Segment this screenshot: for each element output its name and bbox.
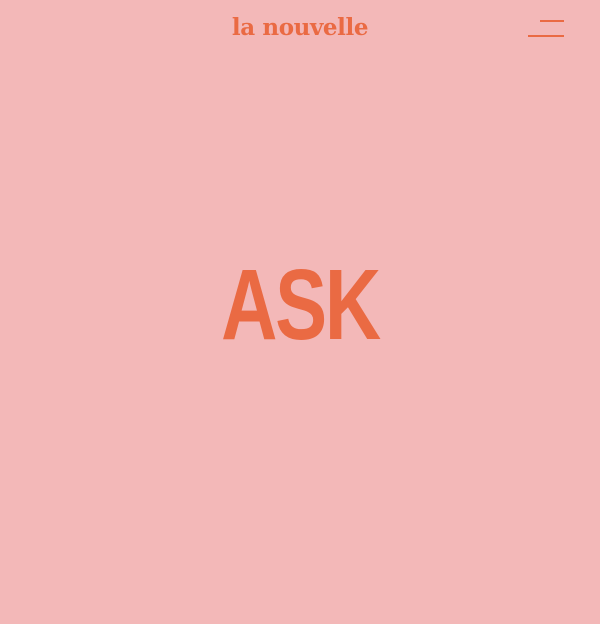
site-logo[interactable]: la nouvelle bbox=[0, 13, 600, 43]
hamburger-menu-icon-line bbox=[528, 35, 564, 37]
hero-section: ASK bbox=[0, 230, 600, 380]
hamburger-menu-icon bbox=[540, 20, 564, 22]
menu-button[interactable] bbox=[524, 16, 568, 42]
site-header: la nouvelle bbox=[0, 0, 600, 60]
hero-word: ASK bbox=[221, 249, 381, 361]
